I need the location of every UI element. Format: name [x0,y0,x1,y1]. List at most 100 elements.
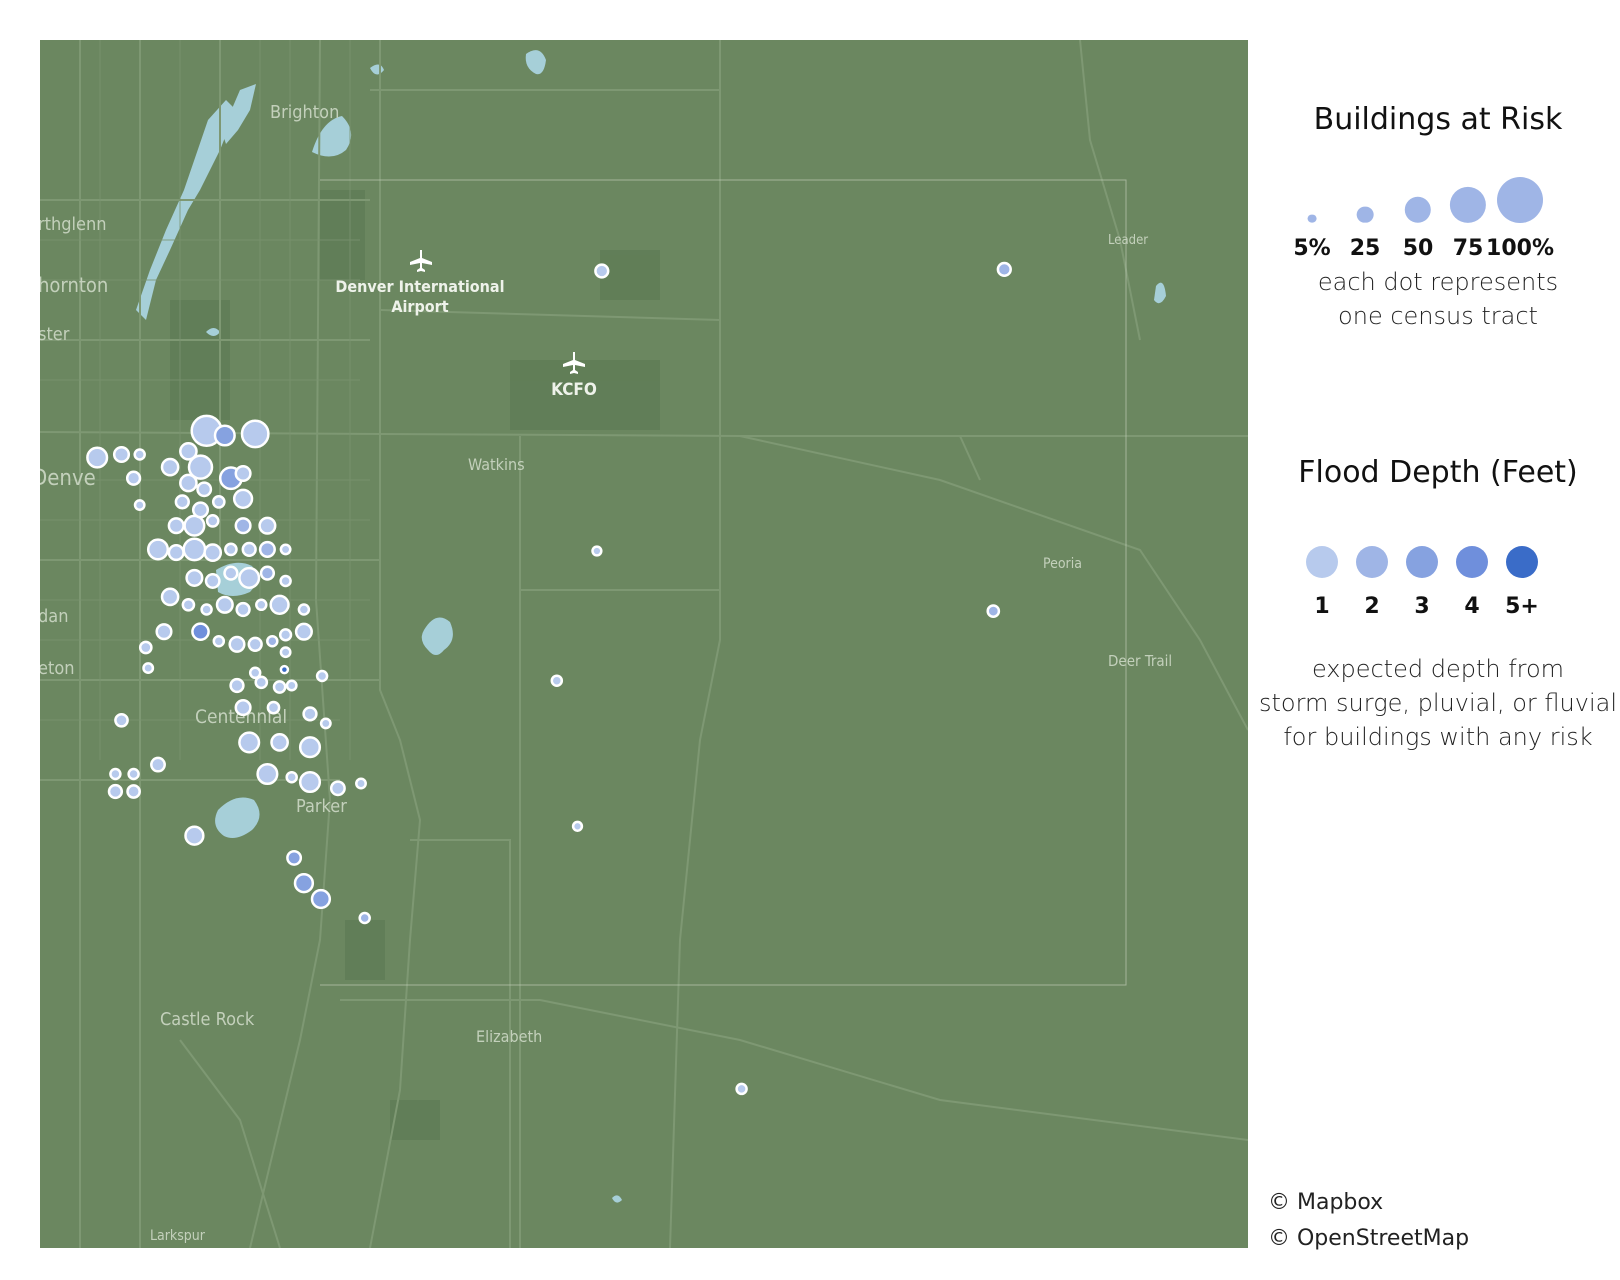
place-label-dia-line2: Airport [391,297,448,316]
place-label-westminster: ster [40,324,70,345]
tract-dot[interactable] [223,565,239,581]
tract-dot[interactable] [150,756,166,773]
tract-dot[interactable] [112,445,131,464]
tract-dot[interactable] [355,777,367,790]
tract-dot[interactable] [294,622,313,641]
tract-dot[interactable] [238,566,261,589]
tract-dot[interactable] [550,674,564,687]
tract-dot[interactable] [238,731,261,754]
legend-size-swatch [1356,206,1374,223]
tract-dot[interactable] [293,873,315,894]
tract-dot[interactable] [86,446,109,469]
tract-dot[interactable] [259,565,276,581]
tract-dot[interactable] [212,634,226,648]
tract-dot[interactable] [258,540,276,558]
tract-dot[interactable] [146,538,170,561]
tract-dot[interactable] [234,699,252,717]
tract-dot[interactable] [200,603,213,616]
tract-dot[interactable] [114,712,129,728]
tract-dot[interactable] [234,464,252,483]
tract-dot[interactable] [315,669,329,683]
tract-dot[interactable] [229,677,245,694]
tract-dot[interactable] [234,517,252,535]
tract-dot[interactable] [302,706,318,722]
tract-dot[interactable] [256,762,279,786]
tract-dot[interactable] [258,516,277,535]
tract-dot[interactable] [735,1082,748,1096]
tract-dot[interactable] [142,662,155,675]
tract-dot[interactable] [278,628,293,642]
tract-dot[interactable] [211,495,226,509]
tract-dot[interactable] [174,494,190,510]
tract-dot[interactable] [285,770,298,784]
tract-dot[interactable] [133,448,146,461]
tract-dot[interactable] [107,783,124,800]
tract-dot[interactable] [279,574,292,588]
tract-dot[interactable] [155,623,173,641]
legend-size-swatch [1449,186,1487,223]
tract-dot[interactable] [215,595,234,614]
tract-dot[interactable] [269,594,290,615]
tract-dot[interactable] [298,770,322,794]
tract-dot[interactable] [266,634,279,648]
tract-dot[interactable] [319,717,332,730]
tract-dot[interactable] [203,543,223,562]
tract-dot[interactable] [241,541,257,558]
tract-dot[interactable] [255,598,268,612]
tract-dot[interactable] [298,736,322,759]
tract-dot[interactable] [179,441,198,461]
map-view[interactable]: Brighton rthglenn hornton ster Denve dan eton C… [40,40,1248,1248]
tract-dot[interactable] [232,488,254,509]
tract-dot[interactable] [986,604,1001,618]
tract-dot[interactable] [205,514,220,528]
tract-dot[interactable] [270,733,289,752]
tract-dot[interactable] [591,545,603,557]
tract-dot[interactable] [179,473,198,493]
tract-dot[interactable] [160,457,180,477]
place-label-littleton: eton [40,658,74,679]
tract-dot[interactable] [191,501,210,519]
tract-dot[interactable] [240,419,270,449]
tract-dot[interactable] [285,679,298,692]
tract-dot[interactable] [228,635,246,653]
tract-dot[interactable] [235,601,251,618]
tract-dot[interactable] [191,622,210,642]
tract-dot[interactable] [247,636,263,652]
tract-dot[interactable] [167,517,185,535]
tract-dot[interactable] [125,470,142,486]
tract-dot[interactable] [127,767,140,781]
attribution-mapbox[interactable]: © Mapbox [1268,1190,1383,1215]
tract-dot[interactable] [279,646,292,659]
tract-dot[interactable] [196,481,213,498]
tract-dot[interactable] [183,514,206,537]
tract-dot[interactable] [266,700,281,715]
tract-dot[interactable] [184,825,205,846]
tract-dot[interactable] [358,911,371,925]
tract-dot[interactable] [279,543,292,556]
tract-dot[interactable] [167,544,185,562]
tract-dot[interactable] [181,597,196,612]
place-label-parker: Parker [296,796,347,817]
tract-dot[interactable] [138,640,153,655]
tract-dot[interactable] [109,767,122,781]
tract-dot[interactable] [160,587,180,607]
tract-dot[interactable] [286,849,303,866]
tract-dot[interactable] [297,603,311,616]
tract-dot[interactable] [133,499,146,512]
tract-dot[interactable] [224,542,238,557]
tract-dot[interactable] [213,424,236,447]
tract-dot[interactable] [204,573,221,589]
tract-dot[interactable] [185,568,204,587]
tract-dot[interactable] [272,680,287,694]
tract-dot[interactable] [279,664,290,675]
tract-dot[interactable] [329,780,346,797]
tract-dot[interactable] [126,784,141,799]
tract-dot[interactable] [594,263,610,279]
tract-dot[interactable] [996,261,1012,278]
tract-dot[interactable] [248,666,262,680]
attribution-osm[interactable]: © OpenStreetMap [1268,1226,1469,1251]
tract-dot[interactable] [182,537,207,562]
tract-dot[interactable] [571,820,584,832]
tract-dot[interactable] [310,888,332,910]
legend-depth-label: 2 [1364,594,1380,619]
